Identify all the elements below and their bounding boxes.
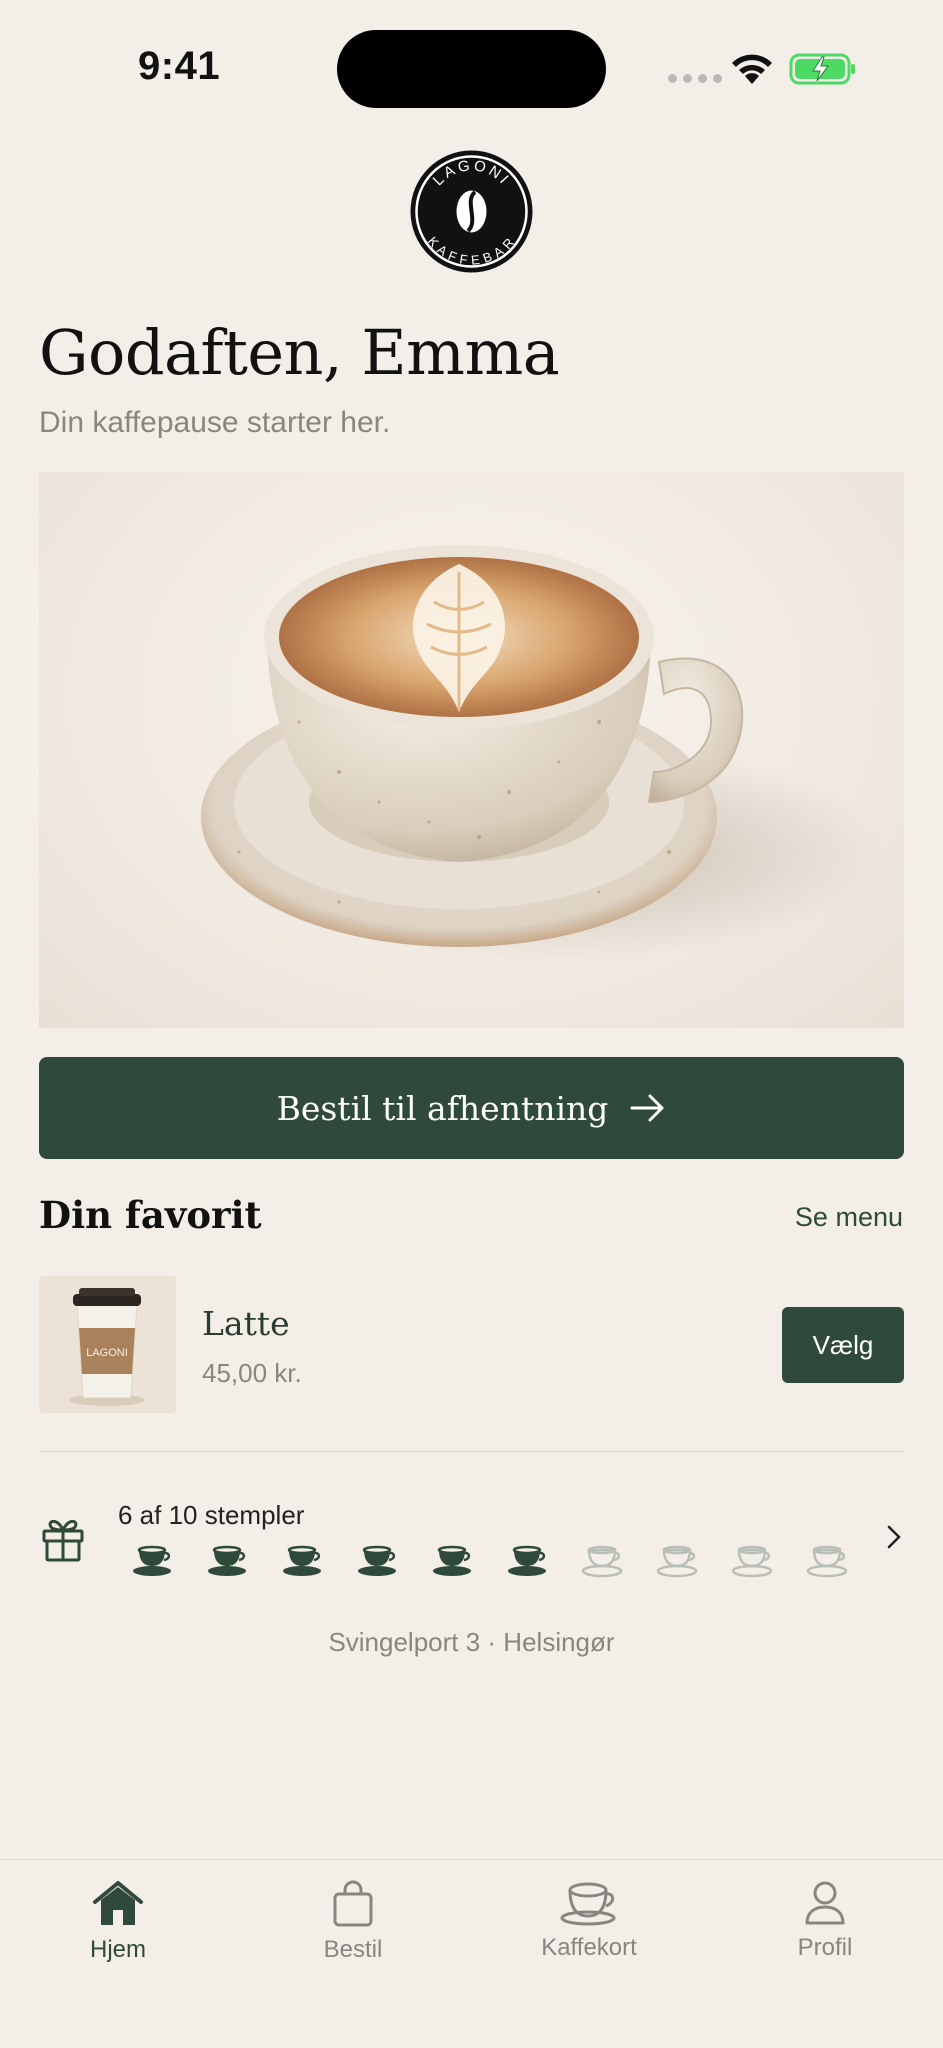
tab-coffee-card[interactable]: Kaffekort: [509, 1880, 669, 1962]
battery-charging-icon: [789, 53, 855, 85]
cellular-signal-icon: [668, 74, 722, 83]
tab-profile[interactable]: Profil: [745, 1880, 905, 1962]
tab-home[interactable]: Hjem: [38, 1880, 198, 1964]
tab-order-label: Bestil: [323, 1936, 383, 1963]
stamp-filled-icon: [283, 1545, 321, 1576]
stamp-count-text: 6 af 10 stempler: [118, 1500, 305, 1530]
dynamic-island: [337, 30, 606, 108]
wifi-icon: [732, 54, 772, 84]
tab-order[interactable]: Bestil: [273, 1880, 433, 1964]
tab-bar: Hjem Bestil Kaffekort Profil: [0, 1859, 943, 2048]
status-bar: 9:41: [0, 0, 943, 120]
order-pickup-button[interactable]: Bestil til afhentning: [39, 1057, 904, 1159]
stamp-empty-icon: [581, 1545, 623, 1578]
choose-favorite-button[interactable]: Vælg: [782, 1307, 904, 1383]
greeting-title: Godaften, Emma: [39, 316, 560, 389]
lagoni-logo: LAGONI KAFFEBAR: [410, 150, 533, 273]
stamp-card[interactable]: 6 af 10 stempler: [39, 1490, 904, 1600]
stamp-filled-icon: [358, 1545, 396, 1576]
section-divider: [39, 1451, 904, 1452]
person-icon: [805, 1881, 845, 1925]
tab-profile-label: Profil: [797, 1934, 853, 1961]
stamp-filled-icon: [508, 1545, 546, 1576]
home-icon: [93, 1881, 143, 1925]
favorite-section-title: Din favorit: [39, 1193, 262, 1237]
cup-sleeve-text: LAGONI: [86, 1347, 128, 1359]
greeting-subtitle: Din kaffepause starter her.: [39, 406, 391, 439]
favorite-item: LAGONI Latte 45,00 kr. Vælg: [39, 1276, 904, 1414]
gift-icon: [42, 1519, 84, 1562]
chevron-right-icon: [887, 1525, 901, 1549]
stamp-filled-icon: [433, 1545, 471, 1576]
coffee-cup-icon: [560, 1882, 616, 1926]
stamp-empty-icon: [806, 1545, 848, 1578]
store-address: Svingelport 3 · Helsingør: [328, 1627, 615, 1657]
favorite-price: 45,00 kr.: [202, 1358, 302, 1388]
stamp-empty-icon: [731, 1545, 773, 1578]
stamp-empty-icon: [656, 1545, 698, 1578]
stamp-filled-icon: [208, 1545, 246, 1576]
status-time: 9:41: [138, 44, 221, 88]
bag-icon: [333, 1880, 373, 1927]
arrow-right-icon: [630, 1094, 664, 1122]
favorite-name: Latte: [202, 1304, 290, 1343]
stamp-list: [131, 1542, 848, 1582]
stamp-filled-icon: [133, 1545, 171, 1576]
hero-coffee-image: [39, 472, 904, 1028]
tab-coffee-card-label: Kaffekort: [541, 1934, 637, 1961]
order-pickup-label: Bestil til afhentning: [276, 1088, 609, 1128]
tab-home-label: Hjem: [89, 1936, 146, 1963]
see-menu-link[interactable]: Se menu: [795, 1202, 903, 1233]
latte-thumbnail: LAGONI: [39, 1276, 176, 1413]
